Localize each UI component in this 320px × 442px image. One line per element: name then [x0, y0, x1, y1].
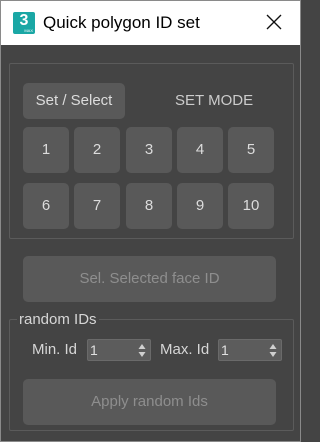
close-icon: [266, 14, 282, 30]
random-ids-legend: random IDs: [17, 311, 99, 329]
title-bar: 3 MAX Quick polygon ID set: [1, 1, 300, 45]
max-id-spinner[interactable]: [218, 339, 282, 361]
min-id-spinner[interactable]: [87, 339, 151, 361]
min-id-label: Min. Id: [32, 341, 78, 358]
id-button-5[interactable]: 5: [228, 127, 274, 173]
id-button-8[interactable]: 8: [126, 183, 172, 229]
id-button-3[interactable]: 3: [126, 127, 172, 173]
close-button[interactable]: [255, 7, 293, 39]
app-icon-text: MAX: [24, 28, 33, 33]
id-button-1[interactable]: 1: [23, 127, 69, 173]
select-face-id-button[interactable]: Sel. Selected face ID: [23, 256, 276, 302]
id-button-6[interactable]: 6: [23, 183, 69, 229]
id-button-4[interactable]: 4: [177, 127, 223, 173]
tool-window: 3 MAX Quick polygon ID set Set / Select …: [0, 0, 301, 442]
id-button-2[interactable]: 2: [74, 127, 120, 173]
set-select-button[interactable]: Set / Select: [23, 83, 125, 119]
spinner-arrows-icon[interactable]: [269, 343, 277, 358]
window-title: Quick polygon ID set: [43, 13, 200, 32]
3dsmax-app-icon: 3 MAX: [13, 12, 35, 34]
id-button-9[interactable]: 9: [177, 183, 223, 229]
set-mode-label: SET MODE: [175, 92, 254, 109]
apply-random-ids-button[interactable]: Apply random Ids: [23, 379, 276, 425]
max-id-input[interactable]: [221, 341, 265, 359]
id-button-10[interactable]: 10: [228, 183, 274, 229]
window-content: Set / Select SET MODE 1 2 3 4 5 6 7 8 9 …: [1, 45, 300, 441]
spinner-arrows-icon[interactable]: [138, 343, 146, 358]
max-id-label: Max. Id: [160, 341, 210, 358]
id-button-7[interactable]: 7: [74, 183, 120, 229]
min-id-input[interactable]: [90, 341, 134, 359]
